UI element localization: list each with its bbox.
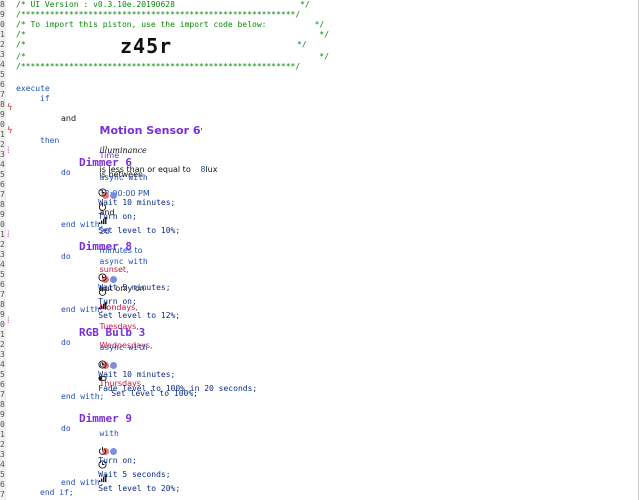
line-number: 7 xyxy=(0,190,5,199)
end-with-1: end with; xyxy=(61,220,105,229)
line-number: 2 xyxy=(0,140,5,149)
line-number: 5 xyxy=(0,270,5,279)
line-number: 2 xyxy=(0,340,5,349)
line-number: 3 xyxy=(0,250,5,259)
line-number: 1 xyxy=(0,130,5,139)
line-number: 6 xyxy=(0,480,5,489)
end-if-keyword: end if; xyxy=(40,488,74,497)
line-number: 7 xyxy=(0,390,5,399)
line-number: 8 xyxy=(0,300,5,309)
line-number: 9 xyxy=(0,310,5,319)
line-number: 2 xyxy=(0,440,5,449)
line-number: 0 xyxy=(0,420,5,429)
version-comment: /* UI Version : v0.3.10e.20190628 */ xyxy=(16,0,310,9)
line-number: 6 xyxy=(0,280,5,289)
condition-illuminance[interactable]: Motion Sensor 6' illuminance is less tha… xyxy=(61,100,638,174)
line-number: 9 xyxy=(0,210,5,219)
do-keyword-2: do xyxy=(61,252,71,261)
blank-comment-2: /* */ xyxy=(16,52,330,61)
async-marker-icon-2: ⁞ xyxy=(7,230,10,240)
line-number: 0 xyxy=(0,320,5,329)
line-number: 0 xyxy=(0,220,5,229)
line-number: 1 xyxy=(0,230,5,239)
line-number: 8 xyxy=(0,200,5,209)
stars-comment: /***************************************… xyxy=(16,10,301,19)
condition-flash-icon-2: ϟ xyxy=(7,126,13,136)
condition-flash-icon: ϟ xyxy=(7,103,13,113)
line-number: 5 xyxy=(0,170,5,179)
line-number: 4 xyxy=(0,160,5,169)
line-number: 6 xyxy=(0,180,5,189)
end-with-2: end with; xyxy=(61,305,105,314)
line-number: 2 xyxy=(0,240,5,249)
line-number: 4 xyxy=(0,360,5,369)
line-number: 1 xyxy=(0,430,5,439)
line-number: 7 xyxy=(0,290,5,299)
line-number: 8 xyxy=(0,400,5,409)
piston-code-editor: 8901234567890123456789012345678901234567… xyxy=(0,0,639,500)
line-number: 9 xyxy=(0,410,5,419)
line-number: 1 xyxy=(0,330,5,339)
line-number: 7 xyxy=(0,490,5,499)
stars-comment-2: /***************************************… xyxy=(16,62,301,71)
do-keyword-3: do xyxy=(61,338,71,347)
line-number: 3 xyxy=(0,150,5,159)
line-number: 6 xyxy=(0,380,5,389)
line-number: 5 xyxy=(0,470,5,479)
async-marker-icon: ⁞ xyxy=(7,146,10,156)
async-marker-icon-3: ⁞ xyxy=(7,316,10,326)
line-number: 5 xyxy=(0,370,5,379)
line-number: 4 xyxy=(0,260,5,269)
line-number: 3 xyxy=(0,350,5,359)
do-keyword-4: do xyxy=(61,424,71,433)
line-number: 3 xyxy=(0,450,5,459)
end-with-4: end with; xyxy=(61,478,105,487)
end-with-3: end with; xyxy=(61,392,105,401)
execute-keyword: execute xyxy=(16,84,50,93)
then-keyword: then xyxy=(40,136,60,145)
do-keyword: do xyxy=(61,168,71,177)
and-operator: and xyxy=(61,114,77,123)
line-number: 4 xyxy=(0,460,5,469)
import-comment: /* To import this piston, use the import… xyxy=(16,20,325,29)
